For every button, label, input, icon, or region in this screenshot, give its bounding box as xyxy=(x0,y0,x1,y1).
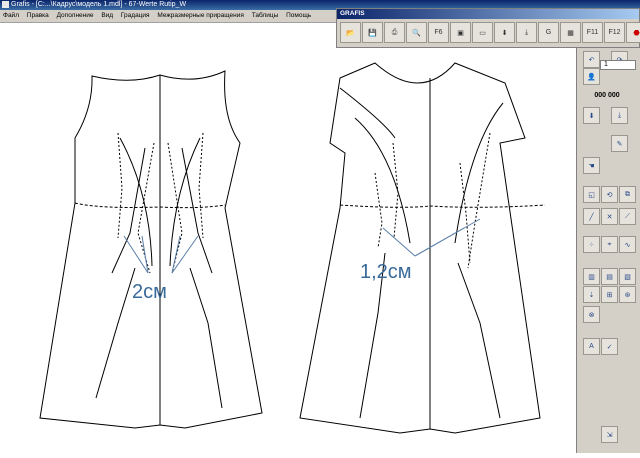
right-dress-outline xyxy=(299,62,541,434)
spell-icon[interactable]: ✓ xyxy=(601,338,618,355)
left-label-arrows xyxy=(123,235,199,274)
spiral-icon[interactable]: ⊛ xyxy=(619,286,636,303)
left-side-panel-2 xyxy=(181,147,213,274)
vertex-icon[interactable]: ⌖ xyxy=(601,236,618,253)
menu-size-increments[interactable]: Межразмерные приращения xyxy=(154,12,247,19)
arrow-down-stack-icon[interactable]: ⤓ xyxy=(516,22,537,43)
toolbar-title: GRAFIS xyxy=(337,9,639,19)
left-side-panel-1 xyxy=(111,147,146,274)
delete-point-icon[interactable]: ⊗ xyxy=(583,306,600,323)
side-tool-panel: ↶ ⟳ 👤 ⬇ ⤓ ✎ ☚ ◱ ⟲ ⧉ ╱ ✕ ⟋ ⁘ ⌖ ∿ ▥ ▤ ▧ ⇣ … xyxy=(576,48,640,453)
cross-icon[interactable]: ✕ xyxy=(601,208,618,225)
shape-icon[interactable]: ◱ xyxy=(583,186,600,203)
left-measure-label: 2см xyxy=(132,281,167,303)
app-icon xyxy=(2,1,9,8)
window-title: Grafis - [C:...\Кадрус\модель 1.mdl] - 6… xyxy=(11,1,187,8)
text-icon[interactable]: A xyxy=(583,338,600,355)
f11-icon[interactable]: F11 xyxy=(582,22,603,43)
menu-view[interactable]: Вид xyxy=(98,12,116,19)
left-princess-seam-2 xyxy=(169,137,201,267)
pattern-icon[interactable]: ▥ xyxy=(583,268,600,285)
menu-tables[interactable]: Таблицы xyxy=(249,12,282,19)
right-measure-label: 1,2см xyxy=(360,261,412,283)
undo-icon[interactable]: ↶ xyxy=(583,51,600,68)
arrow-down-stack-icon[interactable]: ⤓ xyxy=(611,107,628,124)
menu-extras[interactable]: Дополнение xyxy=(54,12,97,19)
window-icon[interactable]: ▣ xyxy=(450,22,471,43)
print-icon[interactable]: ⎙ xyxy=(384,22,405,43)
line-icon[interactable]: ╱ xyxy=(583,208,600,225)
measure-icon[interactable]: ⇣ xyxy=(583,286,600,303)
left-panel-line-1 xyxy=(95,267,136,399)
rotate-icon[interactable]: ⟲ xyxy=(601,186,618,203)
ruler-grid-icon[interactable]: ▦ xyxy=(560,22,581,43)
right-waist-line xyxy=(339,204,546,208)
right-panel-line-2 xyxy=(457,262,501,419)
edit-icon[interactable]: ✎ xyxy=(611,135,628,152)
stop-icon[interactable]: ⬣ xyxy=(626,22,640,43)
f12-icon[interactable]: F12 xyxy=(604,22,625,43)
menu-grading[interactable]: Градация xyxy=(118,12,153,19)
slash-icon[interactable]: ⟋ xyxy=(619,208,636,225)
grid-icon[interactable]: ⊞ xyxy=(601,286,618,303)
menu-edit[interactable]: Правка xyxy=(24,12,52,19)
right-label-arrows xyxy=(382,218,481,257)
left-panel-line-2 xyxy=(189,267,223,409)
open-folder-icon[interactable]: 📂 xyxy=(340,22,361,43)
copy-icon[interactable]: ⧉ xyxy=(619,186,636,203)
pattern3-icon[interactable]: ▧ xyxy=(619,268,636,285)
hand-icon[interactable]: ☚ xyxy=(583,157,600,174)
export-icon[interactable]: ⇲ xyxy=(601,426,618,443)
right-princess-seam-2 xyxy=(454,102,504,244)
arrow-down-icon[interactable]: ⬇ xyxy=(494,22,515,43)
side-panel-field[interactable]: 1 xyxy=(600,60,636,70)
drawing-canvas[interactable]: 2см 1,2см xyxy=(0,23,640,453)
points-icon[interactable]: ⁘ xyxy=(583,236,600,253)
pattern-drawing: 2см 1,2см xyxy=(39,62,546,434)
left-princess-seam-1 xyxy=(119,137,153,267)
right-princess-seam-1 xyxy=(354,117,411,244)
menu-help[interactable]: Помощь xyxy=(283,12,314,19)
zoom-icon[interactable]: 🔍 xyxy=(406,22,427,43)
menu-file[interactable]: Файл xyxy=(0,12,22,19)
right-darts xyxy=(374,132,491,269)
arrow-down-icon[interactable]: ⬇ xyxy=(583,107,600,124)
f6-icon[interactable]: F6 xyxy=(428,22,449,43)
grafis-toolbar: GRAFIS 📂 💾 ⎙ 🔍 F6 ▣ ▭ ⬇ ⤓ G ▦ F11 F12 ⬣ xyxy=(336,8,640,48)
curve-icon[interactable]: ∿ xyxy=(619,236,636,253)
save-icon[interactable]: 💾 xyxy=(362,22,383,43)
ruler-icon[interactable]: ▭ xyxy=(472,22,493,43)
user-icon[interactable]: 👤 xyxy=(583,68,600,85)
side-panel-counter: 000 000 xyxy=(594,92,620,99)
pattern2-icon[interactable]: ▤ xyxy=(601,268,618,285)
left-waist-line xyxy=(74,202,226,209)
g-icon[interactable]: G xyxy=(538,22,559,43)
